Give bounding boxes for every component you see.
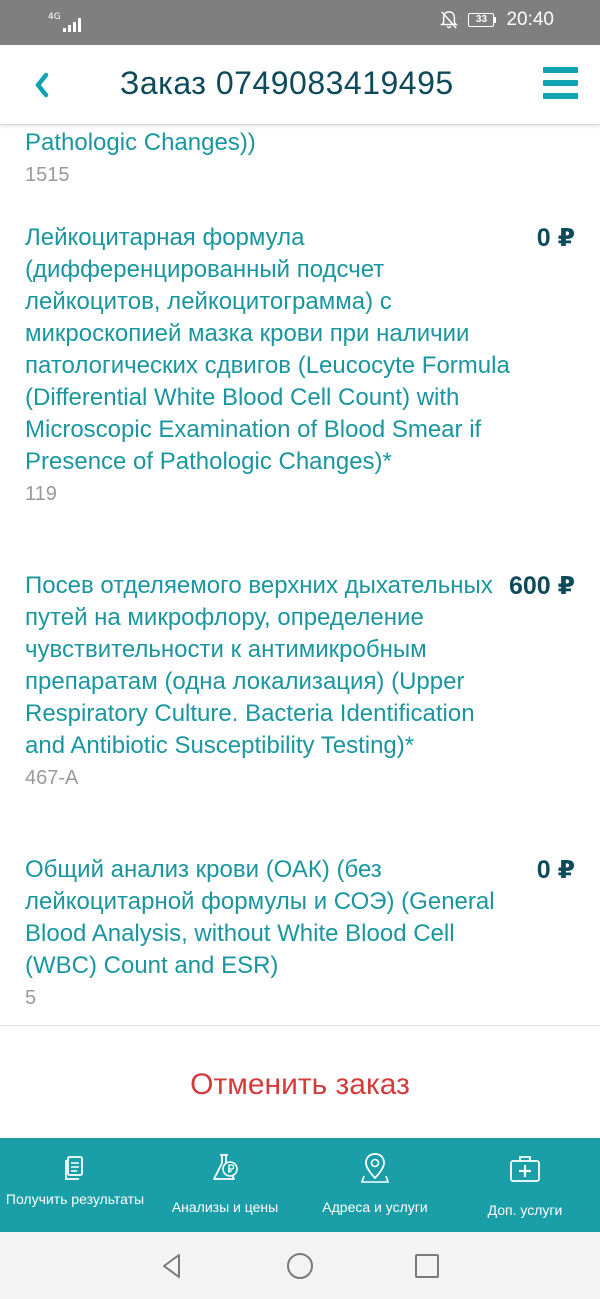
bottom-navigation: Получить результаты Анализы и цены Адрес…	[0, 1138, 600, 1232]
map-pin-icon	[360, 1153, 390, 1183]
status-time: 20:40	[506, 9, 554, 30]
list-item[interactable]: Общий анализ крови (ОАК) (без лейкоцитар…	[25, 854, 580, 1011]
signal-indicator: 4G	[48, 10, 81, 32]
cancel-order-button[interactable]: Отменить заказ	[0, 1045, 600, 1125]
item-code: 1515	[25, 164, 70, 186]
status-bar: 4G 33 20:40	[0, 0, 600, 45]
flask-ruble-icon	[213, 1154, 238, 1180]
order-items-list[interactable]: Pathologic Changes)) 1515 Лейкоцитарная …	[0, 125, 600, 1138]
divider	[0, 1025, 600, 1026]
item-code: 467-А	[25, 767, 79, 789]
home-circle-icon[interactable]	[284, 1250, 316, 1282]
system-navigation-bar	[0, 1232, 600, 1299]
nav-tests-prices[interactable]: Анализы и цены	[150, 1138, 300, 1232]
list-item[interactable]: Посев отделяемого верхних дыхательных пу…	[25, 570, 580, 791]
item-code: 119	[25, 483, 57, 505]
item-name: Лейкоцитарная формула (дифференцированны…	[25, 224, 510, 475]
nav-label: Получить результаты	[5, 1191, 145, 1207]
battery-icon: 33	[468, 13, 497, 27]
item-price: 0 ₽	[536, 224, 575, 252]
network-type-label: 4G	[48, 12, 61, 22]
battery-level: 33	[468, 13, 495, 27]
back-triangle-icon[interactable]	[156, 1250, 188, 1282]
signal-strength-icon	[62, 18, 81, 32]
nav-extra-services[interactable]: Доп. услуги	[450, 1138, 600, 1232]
nav-get-results[interactable]: Получить результаты	[0, 1138, 150, 1232]
nav-label: Анализы и цены	[171, 1199, 279, 1215]
recents-square-icon[interactable]	[411, 1250, 443, 1282]
item-name: Pathologic Changes))	[25, 129, 256, 156]
hamburger-icon	[543, 67, 578, 73]
nav-label: Адреса и услуги	[322, 1199, 428, 1215]
item-name: Посев отделяемого верхних дыхательных пу…	[25, 572, 493, 759]
item-price: 0 ₽	[536, 856, 575, 884]
back-button[interactable]	[30, 65, 60, 105]
item-price: 600 ₽	[508, 572, 575, 600]
menu-button[interactable]	[543, 67, 578, 103]
list-item[interactable]: Лейкоцитарная формула (дифференцированны…	[25, 222, 580, 507]
medical-kit-icon	[510, 1156, 540, 1182]
page-title: Заказ 0749083419495	[120, 65, 454, 101]
list-item[interactable]: Pathologic Changes)) 1515	[25, 127, 580, 188]
nav-addresses-services[interactable]: Адреса и услуги	[300, 1138, 450, 1232]
item-name: Общий анализ крови (ОАК) (без лейкоцитар…	[25, 856, 495, 979]
nav-label: Доп. услуги	[487, 1202, 563, 1218]
document-icon	[65, 1156, 83, 1180]
app-header: Заказ 0749083419495	[0, 45, 600, 125]
item-code: 5	[25, 987, 37, 1009]
bell-muted-icon	[440, 11, 459, 29]
chevron-left-icon	[35, 72, 49, 98]
